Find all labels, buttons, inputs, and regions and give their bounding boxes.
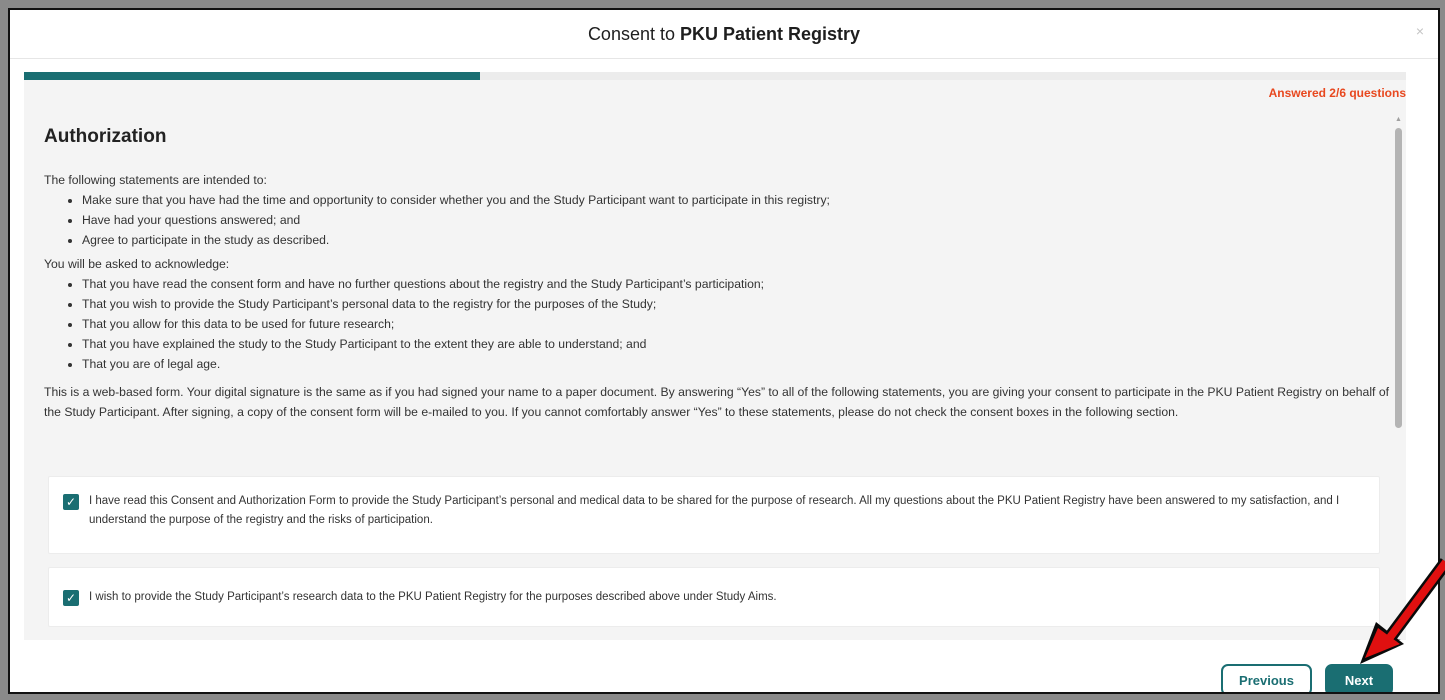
- consent-modal: Consent to PKU Patient Registry × Answer…: [8, 8, 1440, 694]
- list-item: That you allow for this data to be used …: [82, 314, 1394, 334]
- intro-text: The following statements are intended to…: [44, 173, 267, 187]
- section-heading: Authorization: [44, 126, 167, 147]
- section-body: The following statements are intended to…: [44, 170, 1394, 422]
- consent-checkbox-read-form[interactable]: ✓: [63, 494, 79, 510]
- progress-fill: [24, 72, 481, 80]
- progress-bar: [24, 72, 1406, 80]
- scroll-thumb[interactable]: [1395, 128, 1402, 428]
- list-item: Make sure that you have had the time and…: [82, 190, 1394, 210]
- list-item: That you have explained the study to the…: [82, 334, 1394, 354]
- list-item: Have had your questions answered; and: [82, 210, 1394, 230]
- consent-card-provide-data: ✓ I wish to provide the Study Participan…: [48, 567, 1380, 627]
- previous-button[interactable]: Previous: [1221, 664, 1312, 692]
- modal-header: Consent to PKU Patient Registry: [10, 10, 1438, 59]
- modal-title-prefix: Consent to: [587, 24, 675, 44]
- consent-checkbox-provide-data[interactable]: ✓: [63, 590, 79, 606]
- content-panel: Answered 2/6 questions Authorization The…: [24, 80, 1406, 640]
- list-item: Agree to participate in the study as des…: [82, 230, 1394, 250]
- list-item: That you have read the consent form and …: [82, 274, 1394, 294]
- acknowledge-list: That you have read the consent form and …: [44, 274, 1394, 374]
- intro-list: Make sure that you have had the time and…: [44, 190, 1394, 250]
- modal-title-registry: PKU Patient Registry: [680, 24, 861, 44]
- web-form-paragraph: This is a web-based form. Your digital s…: [44, 385, 1389, 419]
- close-icon[interactable]: ×: [1416, 24, 1424, 38]
- scroll-area[interactable]: Authorization The following statements a…: [24, 80, 1394, 640]
- consent-text: I wish to provide the Study Participant’…: [89, 591, 777, 603]
- list-item: That you are of legal age.: [82, 354, 1394, 374]
- scroll-up-icon[interactable]: ▲: [1395, 116, 1402, 124]
- list-item: That you wish to provide the Study Parti…: [82, 294, 1394, 314]
- acknowledge-text: You will be asked to acknowledge:: [44, 257, 230, 271]
- consent-text: I have read this Consent and Authorizati…: [89, 495, 1340, 526]
- annotation-arrow-icon: [1360, 558, 1445, 664]
- consent-card-read-form: ✓ I have read this Consent and Authoriza…: [48, 476, 1380, 554]
